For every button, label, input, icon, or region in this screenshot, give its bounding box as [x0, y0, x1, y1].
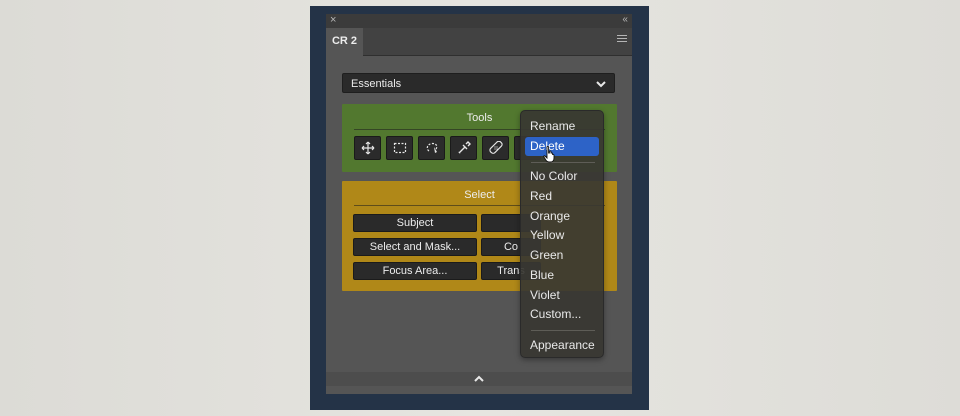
select-and-mask-button[interactable]: Select and Mask...	[353, 238, 477, 256]
marquee-tool-button[interactable]	[386, 136, 413, 160]
mouse-cursor-icon	[543, 146, 555, 163]
lasso-tool-button[interactable]	[418, 136, 445, 160]
chevron-up-icon[interactable]	[473, 374, 485, 384]
healing-bandage-icon	[488, 141, 503, 154]
workspace-dropdown-value: Essentials	[351, 78, 402, 90]
menu-item-blue[interactable]: Blue	[525, 266, 599, 285]
focus-area-button[interactable]: Focus Area...	[353, 262, 477, 280]
eyedropper-tool-button[interactable]	[450, 136, 477, 160]
marquee-icon	[393, 142, 406, 154]
group-context-menu: Rename Delete No Color Red Orange Yellow…	[520, 110, 604, 358]
menu-item-orange[interactable]: Orange	[525, 207, 599, 226]
menu-item-red[interactable]: Red	[525, 187, 599, 206]
subject-button[interactable]: Subject	[353, 214, 477, 232]
menu-item-rename[interactable]: Rename	[525, 117, 599, 136]
panel-top-bar: × ‹‹	[326, 14, 632, 28]
menu-item-yellow[interactable]: Yellow	[525, 226, 599, 245]
hamburger-icon[interactable]	[617, 35, 627, 44]
double-chevron-icon[interactable]: ‹‹	[622, 13, 628, 27]
move-tool-button[interactable]	[354, 136, 381, 160]
menu-item-delete[interactable]: Delete	[525, 137, 599, 156]
menu-item-custom[interactable]: Custom...	[525, 305, 599, 324]
menu-separator	[531, 162, 595, 163]
close-icon[interactable]: ×	[330, 13, 336, 27]
menu-item-violet[interactable]: Violet	[525, 286, 599, 305]
eyedropper-icon	[458, 141, 471, 154]
menu-item-appearance[interactable]: Appearance	[525, 336, 599, 355]
tab-cr2[interactable]: CR 2	[326, 28, 363, 56]
menu-item-green[interactable]: Green	[525, 246, 599, 265]
menu-separator	[531, 330, 595, 331]
workspace-dropdown[interactable]: Essentials	[342, 73, 615, 93]
healing-tool-button[interactable]	[482, 136, 509, 160]
panel-tab-row: CR 2	[326, 28, 632, 56]
panel-bottom-bar	[326, 372, 632, 386]
lasso-icon	[426, 142, 437, 153]
chevron-down-icon	[596, 81, 606, 88]
move-icon	[361, 141, 374, 155]
menu-item-no-color[interactable]: No Color	[525, 167, 599, 186]
